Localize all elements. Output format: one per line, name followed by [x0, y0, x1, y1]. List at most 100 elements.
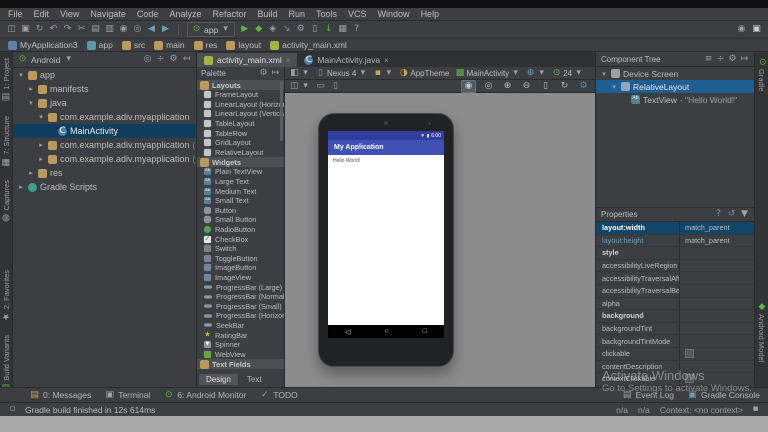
hello-world-textview[interactable]: Hello World!: [333, 158, 360, 164]
palette-scrollbar[interactable]: [280, 81, 283, 141]
palette-item[interactable]: AbLarge Text: [197, 177, 284, 187]
breadcrumb-item[interactable]: src: [122, 40, 145, 50]
palette-item[interactable]: FrameLayout: [197, 90, 284, 100]
breadcrumb-item[interactable]: layout: [226, 40, 261, 50]
orientation-selector[interactable]: ▪▾: [373, 69, 393, 78]
property-row[interactable]: accessibilityLiveRegion: [596, 260, 754, 273]
zoom-actual-button[interactable]: ◉: [461, 80, 476, 93]
palette-item[interactable]: RelativeLayout: [197, 148, 284, 158]
tool-window-button[interactable]: ▤ 1: Project: [2, 58, 11, 102]
palette-item[interactable]: ProgressBar (Normal): [197, 292, 284, 302]
palette-item[interactable]: ✓CheckBox: [197, 234, 284, 244]
hide-right-icon[interactable]: ↦: [740, 55, 749, 64]
project-tree-row[interactable]: ▸ res: [13, 166, 196, 180]
tool-window-button[interactable]: ▣ Gradle Console: [688, 390, 760, 400]
project-tree-row[interactable]: ▾ java: [13, 96, 196, 110]
palette-item[interactable]: TableLayout: [197, 119, 284, 129]
gear-icon[interactable]: ⚙: [169, 55, 178, 64]
property-row[interactable]: layout:width match_parent: [596, 222, 754, 235]
preview-settings-button[interactable]: ⚙: [577, 81, 590, 92]
tool-window-button[interactable]: ▦ 7: Structure: [2, 116, 11, 167]
phone-content[interactable]: Hello World!: [328, 155, 444, 325]
palette-item[interactable]: ToggleButton: [197, 254, 284, 264]
tool-window-button[interactable]: ⊙ 6: Android Monitor: [164, 390, 246, 400]
find-icon[interactable]: ◉: [119, 25, 128, 34]
refresh-preview-button[interactable]: ↻: [558, 81, 571, 92]
project-tree-row[interactable]: ▸ com.example.adiv.myapplication (test): [13, 152, 196, 166]
palette-section-header[interactable]: Layouts: [197, 80, 284, 90]
project-tree-row[interactable]: ▾ com.example.adiv.myapplication: [13, 110, 196, 124]
dropdown-icon[interactable]: ▾: [64, 55, 73, 64]
find-icon[interactable]: ◉: [737, 25, 746, 34]
tool-window-button[interactable]: ★ 2: Favorites: [2, 270, 11, 321]
close-tab-icon[interactable]: ×: [286, 56, 291, 65]
revert-icon[interactable]: ↺: [727, 210, 736, 219]
palette-item[interactable]: ImageView: [197, 273, 284, 283]
palette-item[interactable]: TableRow: [197, 128, 284, 138]
breadcrumb-item[interactable]: res: [194, 40, 218, 50]
close-tab-icon[interactable]: ×: [384, 56, 389, 65]
palette-item[interactable]: LinearLayout (Vertical): [197, 109, 284, 119]
menu-item[interactable]: VCS: [348, 9, 367, 19]
inspector-icon[interactable]: ▦: [338, 25, 347, 34]
tool-window-button[interactable]: ✓ TODO: [260, 390, 297, 400]
palette-item[interactable]: ProgressBar (Large): [197, 282, 284, 292]
property-row[interactable]: accessibilityTraversalAfter: [596, 272, 754, 285]
breadcrumb-item[interactable]: activity_main.xml: [270, 40, 347, 50]
menu-item[interactable]: View: [60, 9, 79, 19]
menu-item[interactable]: Window: [378, 9, 410, 19]
gear-icon[interactable]: ⚙: [296, 25, 305, 34]
replace-icon[interactable]: ◎: [133, 25, 142, 34]
copy-icon[interactable]: ▤: [91, 25, 100, 34]
device-selector[interactable]: ▯ Nexus 4 ▾: [316, 69, 367, 78]
run-configuration-selector[interactable]: ⊙ app ▾: [187, 22, 235, 37]
project-tree-row[interactable]: ▸ Gradle Scripts: [13, 180, 196, 194]
menu-item[interactable]: Code: [137, 9, 159, 19]
menu-item[interactable]: File: [8, 9, 23, 19]
menu-item[interactable]: Navigate: [90, 9, 126, 19]
save-icon[interactable]: ▣: [21, 25, 30, 34]
sort-icon[interactable]: ≡: [704, 55, 713, 64]
tool-window-button[interactable]: ⊙ Gradle: [757, 57, 766, 92]
palette-item[interactable]: GridLayout: [197, 138, 284, 148]
tool-window-button[interactable]: ◆ Android Model: [757, 302, 766, 362]
run-icon[interactable]: ▶: [240, 25, 249, 34]
project-view-selector[interactable]: Android: [31, 55, 60, 65]
export-preview-button[interactable]: ▯: [539, 81, 552, 92]
breadcrumb-item[interactable]: main: [154, 40, 184, 50]
palette-item[interactable]: SeekBar: [197, 321, 284, 331]
statusgrid-icon[interactable]: ▫: [8, 405, 17, 414]
component-tree-row[interactable]: ▾ RelativeLayout: [596, 80, 754, 93]
palette-item[interactable]: LinearLayout (Horizontal): [197, 100, 284, 110]
palette-section-header[interactable]: Text Fields: [197, 359, 284, 369]
undo-icon[interactable]: ↶: [49, 25, 58, 34]
activity-selector[interactable]: ▩ MainActivity ▾: [456, 69, 521, 78]
breadcrumb-item[interactable]: MyApplication3: [8, 40, 78, 50]
menu-item[interactable]: Tools: [316, 9, 337, 19]
debug-icon[interactable]: ◆: [254, 25, 263, 34]
toolbar-square-icon[interactable]: ▣: [752, 25, 761, 34]
theme-selector[interactable]: ◑ AppTheme: [399, 69, 449, 78]
palette-item[interactable]: Button: [197, 206, 284, 216]
project-tree-row[interactable]: C MainActivity: [13, 124, 196, 138]
avd-icon[interactable]: ▯: [310, 25, 319, 34]
menu-item[interactable]: Build: [257, 9, 277, 19]
menu-item[interactable]: Run: [289, 9, 306, 19]
palette-item[interactable]: AbSmall Text: [197, 196, 284, 206]
collapse-icon[interactable]: ÷: [156, 55, 165, 64]
locale-selector[interactable]: ⊕▾: [526, 69, 546, 78]
coverage-icon[interactable]: ◈: [268, 25, 277, 34]
property-row[interactable]: clickable: [596, 348, 754, 361]
open-icon[interactable]: ◫: [7, 25, 16, 34]
palette-section-header[interactable]: Widgets: [197, 157, 284, 167]
paste-icon[interactable]: ▥: [105, 25, 114, 34]
project-tree-row[interactable]: ▸ manifests: [13, 82, 196, 96]
surface-selector[interactable]: ◧▾: [290, 69, 310, 78]
property-row[interactable]: backgroundTint: [596, 323, 754, 336]
api-version-selector[interactable]: ⊙ 24 ▾: [552, 69, 583, 78]
property-row[interactable]: layout:height match_parent: [596, 235, 754, 248]
property-checkbox[interactable]: [685, 349, 694, 358]
component-tree-row[interactable]: ▾ Device Screen: [596, 67, 754, 80]
palette-item[interactable]: RadioButton: [197, 225, 284, 235]
property-row[interactable]: contentDescription: [596, 361, 754, 374]
